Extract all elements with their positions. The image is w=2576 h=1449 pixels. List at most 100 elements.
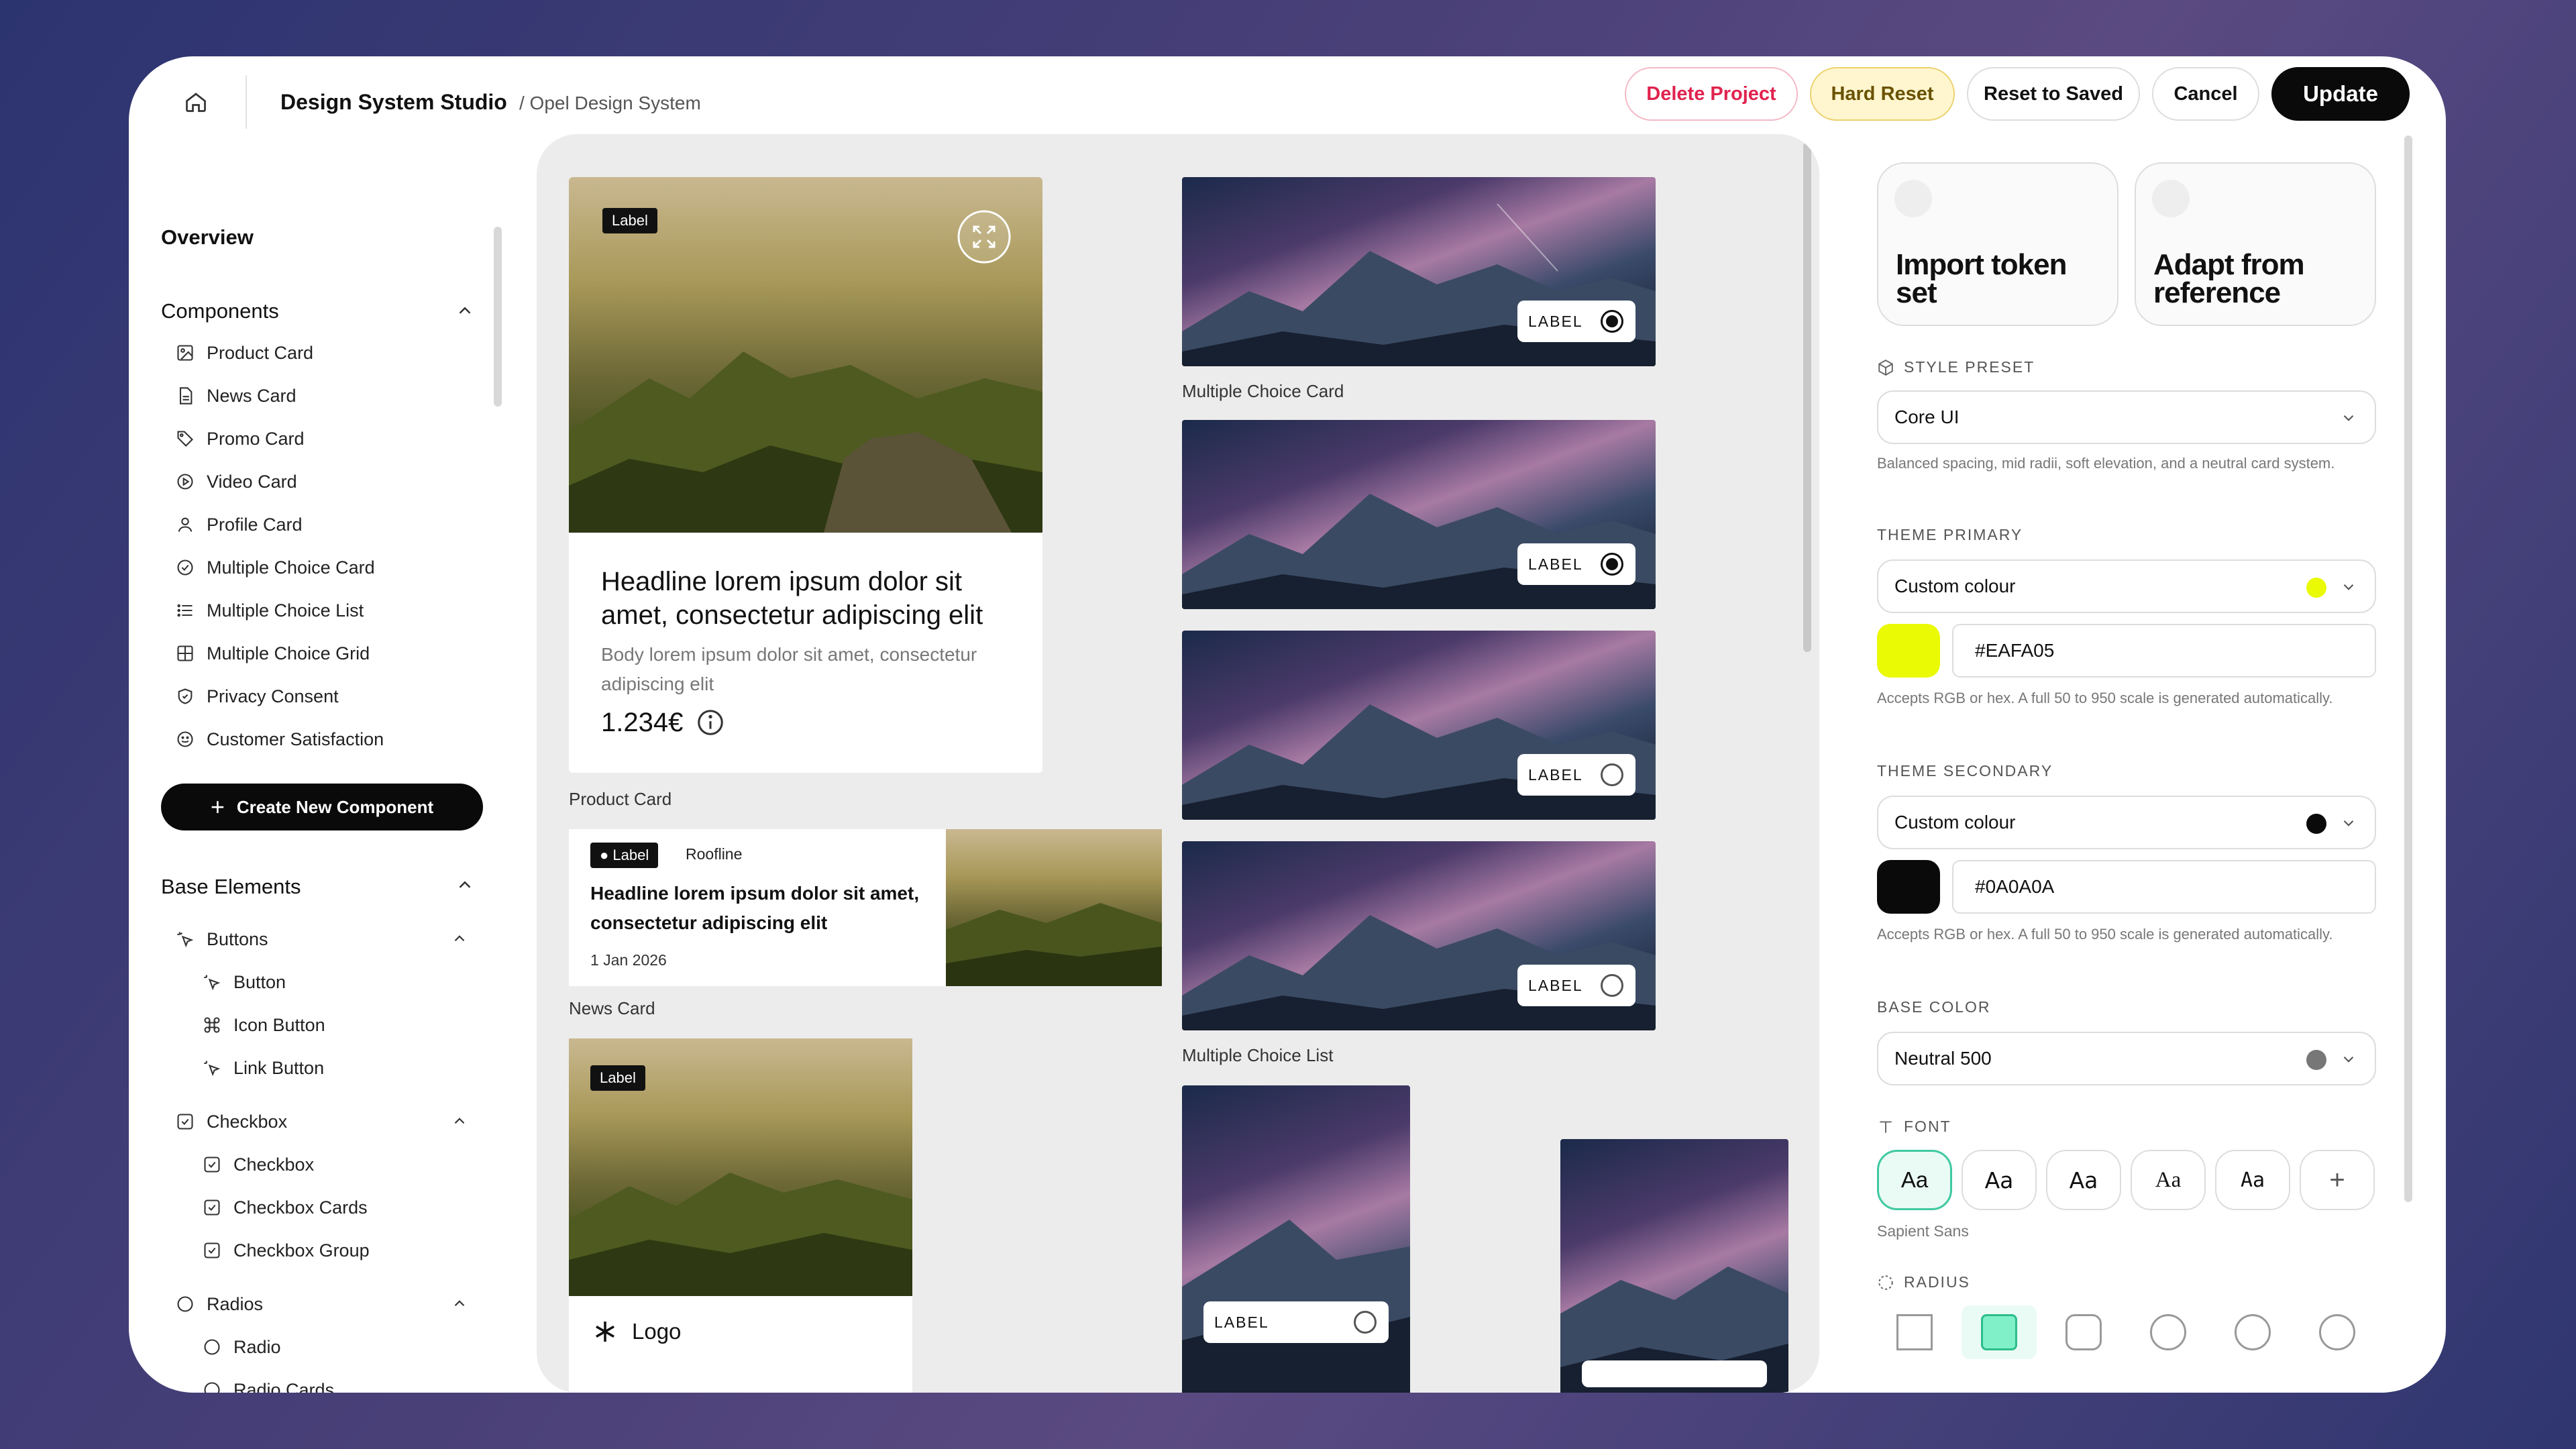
sidebar-group-label: Checkbox	[207, 1111, 288, 1132]
primary-color-swatch[interactable]	[1877, 624, 1940, 678]
label-tag: ● Label	[590, 843, 659, 868]
choice-grid-item[interactable]	[1560, 1139, 1788, 1393]
add-font-button[interactable]: +	[2300, 1150, 2375, 1210]
components-section-title[interactable]: Components	[161, 299, 279, 323]
radius-option-none[interactable]	[1877, 1305, 1952, 1359]
radio-selected[interactable]	[1601, 310, 1623, 333]
reset-to-saved-button[interactable]: Reset to Saved	[1967, 67, 2140, 121]
sidebar-item-button[interactable]: Button	[203, 969, 286, 996]
breadcrumb[interactable]: / Opel Design System	[519, 83, 701, 123]
primary-hex-input[interactable]: #EAFA05	[1952, 624, 2376, 678]
chevron-up-icon[interactable]	[451, 1295, 468, 1312]
choice-list-item[interactable]: LABEL	[1182, 420, 1656, 609]
choice-pill[interactable]: LABEL	[1517, 543, 1635, 585]
hard-reset-button[interactable]: Hard Reset	[1810, 67, 1955, 121]
sidebar-item-multiple-choice-card[interactable]: Multiple Choice Card	[176, 554, 375, 581]
expand-icon[interactable]	[957, 209, 1012, 264]
radius-option-medium[interactable]	[2046, 1305, 2121, 1359]
sidebar-item-profile-card[interactable]: Profile Card	[176, 511, 303, 538]
sidebar-group-checkbox[interactable]: Checkbox	[176, 1108, 287, 1135]
theme-primary-select[interactable]: Custom colour	[1877, 559, 2376, 613]
multiple-choice-card[interactable]: LABEL	[1182, 177, 1656, 366]
sidebar-item-customer-satisfaction[interactable]: Customer Satisfaction	[176, 726, 384, 753]
font-option[interactable]: Aa	[1877, 1150, 1952, 1210]
sidebar-scrollbar[interactable]	[494, 227, 502, 407]
secondary-hex-input[interactable]: #0A0A0A	[1952, 860, 2376, 914]
secondary-color-swatch[interactable]	[1877, 860, 1940, 914]
style-preset-select[interactable]: Core UI	[1877, 390, 2376, 444]
choice-pill[interactable]: LABEL	[1517, 754, 1635, 796]
cancel-button[interactable]: Cancel	[2152, 67, 2259, 121]
checkbox-icon	[204, 1199, 220, 1216]
sidebar-group-radios[interactable]: Radios	[176, 1291, 263, 1318]
choice-list-item[interactable]: LABEL	[1182, 631, 1656, 820]
theme-secondary-select[interactable]: Custom colour	[1877, 796, 2376, 849]
sidebar-item-radio[interactable]: Radio	[203, 1334, 281, 1360]
preview-canvas: Label Headline lorem ipsum dolor sit ame…	[537, 134, 1819, 1393]
sidebar-item-multiple-choice-grid[interactable]: Multiple Choice Grid	[176, 640, 370, 667]
chevron-up-icon[interactable]	[455, 875, 475, 895]
sidebar-item-multiple-choice-list[interactable]: Multiple Choice List	[176, 597, 364, 624]
sidebar-item-promo-card[interactable]: Promo Card	[176, 425, 305, 452]
chevron-up-icon[interactable]	[451, 930, 468, 947]
sidebar-item-checkbox-group[interactable]: Checkbox Group	[203, 1237, 370, 1264]
canvas-scrollbar[interactable]	[1803, 142, 1811, 652]
base-elements-section-title[interactable]: Base Elements	[161, 875, 301, 899]
adapt-from-reference-card[interactable]: Adapt from reference	[2135, 162, 2376, 326]
create-new-component-button[interactable]: + Create New Component	[161, 784, 483, 830]
base-color-dot	[2306, 1050, 2326, 1070]
font-option[interactable]: Aa	[2215, 1150, 2290, 1210]
select-value: Custom colour	[1894, 576, 2016, 596]
import-token-set-card[interactable]: Import token set	[1877, 162, 2118, 326]
radio-unselected[interactable]	[1601, 763, 1623, 786]
radio-selected[interactable]	[1601, 553, 1623, 576]
sidebar-item-checkbox[interactable]: Checkbox	[203, 1151, 314, 1178]
radius-option-xlarge[interactable]	[2215, 1305, 2290, 1359]
sidebar-item-icon-button[interactable]: Icon Button	[203, 1012, 325, 1038]
radius-option-large[interactable]	[2131, 1305, 2206, 1359]
home-icon[interactable]	[170, 76, 221, 127]
font-option[interactable]: Aa	[2046, 1150, 2121, 1210]
radius-option-small[interactable]	[1962, 1305, 2037, 1359]
info-icon[interactable]	[695, 707, 726, 738]
chevron-down-icon	[2343, 415, 2354, 421]
choice-pill[interactable]: LABEL	[1517, 965, 1635, 1006]
sidebar-item-product-card[interactable]: Product Card	[176, 339, 313, 366]
sidebar-group-buttons[interactable]: Buttons	[176, 926, 268, 953]
font-option[interactable]: Aa	[1962, 1150, 2037, 1210]
sidebar-item-radio-cards[interactable]: Radio Cards	[203, 1377, 334, 1393]
base-color-select[interactable]: Neutral 500	[1877, 1032, 2376, 1085]
sidebar-item-news-card[interactable]: News Card	[176, 382, 297, 409]
news-card[interactable]: ● Label Roofline Headline lorem ipsum do…	[569, 829, 1162, 986]
radio-unselected[interactable]	[1354, 1311, 1377, 1334]
panel-scrollbar[interactable]	[2404, 136, 2412, 1202]
radius-full-icon	[2319, 1314, 2355, 1350]
sidebar-overview[interactable]: Overview	[161, 225, 254, 250]
secondary-hint: Accepts RGB or hex. A full 50 to 950 sca…	[1877, 926, 2333, 943]
choice-pill[interactable]: LABEL	[1517, 301, 1635, 342]
product-card[interactable]: Label Headline lorem ipsum dolor sit ame…	[569, 177, 1042, 773]
choice-grid-item[interactable]: LABEL	[1182, 1085, 1410, 1393]
app-window: Design System Studio / Opel Design Syste…	[129, 56, 2446, 1393]
choice-pill[interactable]: LABEL	[1203, 1301, 1389, 1343]
sidebar-item-link-button[interactable]: Link Button	[203, 1055, 324, 1081]
radius-option-full[interactable]	[2300, 1305, 2375, 1359]
promo-card[interactable]: Label Logo	[569, 1038, 912, 1393]
delete-project-button[interactable]: Delete Project	[1625, 67, 1798, 121]
font-option[interactable]: Aa	[2131, 1150, 2206, 1210]
radius-small-icon	[1981, 1314, 2017, 1350]
document-icon	[179, 387, 193, 405]
update-button[interactable]: Update	[2271, 67, 2410, 121]
choice-list-item[interactable]: LABEL	[1182, 841, 1656, 1030]
choice-pill-partial[interactable]	[1582, 1360, 1767, 1387]
radio-unselected[interactable]	[1601, 974, 1623, 997]
sidebar-item-privacy-consent[interactable]: Privacy Consent	[176, 683, 339, 710]
logo-text: Logo	[632, 1319, 682, 1344]
sidebar-item-checkbox-cards[interactable]: Checkbox Cards	[203, 1194, 368, 1221]
style-preset-label-text: STYLE PRESET	[1904, 358, 2035, 376]
theme-secondary-label: THEME SECONDARY	[1877, 762, 2053, 780]
sidebar-item-video-card[interactable]: Video Card	[176, 468, 297, 495]
sidebar: Overview Components Product Card News Ca…	[129, 148, 504, 1393]
chevron-up-icon[interactable]	[455, 301, 475, 321]
chevron-up-icon[interactable]	[451, 1112, 468, 1130]
